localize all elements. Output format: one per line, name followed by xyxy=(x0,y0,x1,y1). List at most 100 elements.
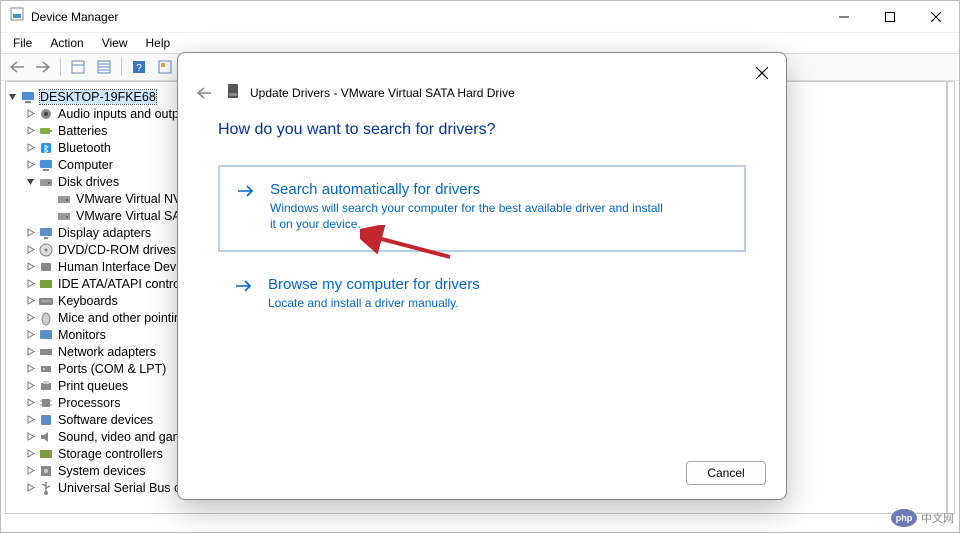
chevron-right-icon[interactable] xyxy=(24,278,36,290)
watermark-text: 中文网 xyxy=(921,510,954,526)
sound-icon xyxy=(38,429,54,445)
chevron-right-icon[interactable] xyxy=(24,295,36,307)
chevron-right-icon[interactable] xyxy=(24,125,36,137)
toolbar-separator xyxy=(121,58,122,76)
chevron-right-icon[interactable] xyxy=(24,227,36,239)
dialog-title: Update Drivers - VMware Virtual SATA Har… xyxy=(250,86,515,100)
tree-item-label: Batteries xyxy=(58,124,107,138)
chevron-right-icon[interactable] xyxy=(24,397,36,409)
printer-icon xyxy=(38,378,54,394)
window-controls xyxy=(821,2,959,32)
chevron-right-icon[interactable] xyxy=(24,414,36,426)
right-pane xyxy=(947,81,955,514)
option-title: Search automatically for drivers xyxy=(270,181,670,198)
chevron-down-icon[interactable] xyxy=(24,176,36,188)
chevron-right-icon[interactable] xyxy=(24,312,36,324)
dvd-icon xyxy=(38,242,54,258)
tree-item-label: DESKTOP-19FKE68 xyxy=(40,90,156,104)
toolbar-icon[interactable] xyxy=(92,56,116,78)
dialog-header: Update Drivers - VMware Virtual SATA Har… xyxy=(178,53,786,101)
computer-icon xyxy=(20,89,36,105)
usb-icon xyxy=(38,480,54,496)
php-logo-icon: php xyxy=(891,509,917,527)
disk-icon xyxy=(226,83,240,104)
chevron-right-icon[interactable] xyxy=(24,363,36,375)
network-icon xyxy=(38,344,54,360)
tree-item-label: Storage controllers xyxy=(58,447,163,461)
arrow-right-icon xyxy=(234,276,256,311)
software-icon xyxy=(38,412,54,428)
dialog-close-button[interactable] xyxy=(752,63,772,83)
bluetooth-icon xyxy=(38,140,54,156)
chevron-right-icon[interactable] xyxy=(24,159,36,171)
menubar: File Action View Help xyxy=(1,33,959,53)
tree-item-label: Network adapters xyxy=(58,345,156,359)
disk-icon xyxy=(56,191,72,207)
port-icon xyxy=(38,361,54,377)
computer-icon xyxy=(38,157,54,173)
window-title: Device Manager xyxy=(25,10,821,24)
system-icon xyxy=(38,463,54,479)
minimize-button[interactable] xyxy=(821,2,867,32)
cpu-icon xyxy=(38,395,54,411)
chevron-right-icon[interactable] xyxy=(24,482,36,494)
option-browse-computer[interactable]: Browse my computer for drivers Locate an… xyxy=(218,276,746,311)
dialog-footer: Cancel xyxy=(686,461,766,485)
chevron-right-icon[interactable] xyxy=(24,244,36,256)
dialog-back-button[interactable] xyxy=(192,87,216,99)
svg-text:?: ? xyxy=(136,63,142,74)
tree-item-label: Ports (COM & LPT) xyxy=(58,362,166,376)
chevron-right-icon[interactable] xyxy=(24,465,36,477)
keyboard-icon xyxy=(38,293,54,309)
option-search-automatically[interactable]: Search automatically for drivers Windows… xyxy=(218,165,746,252)
tree-item-label: DVD/CD-ROM drives xyxy=(58,243,176,257)
chevron-right-icon[interactable] xyxy=(24,108,36,120)
tree-item-label: Print queues xyxy=(58,379,128,393)
menu-action[interactable]: Action xyxy=(42,34,91,52)
battery-icon xyxy=(38,123,54,139)
chevron-right-icon[interactable] xyxy=(24,380,36,392)
monitor-icon xyxy=(38,327,54,343)
toolbar-icon[interactable] xyxy=(153,56,177,78)
option-description: Windows will search your computer for th… xyxy=(270,200,670,232)
disk-icon xyxy=(56,208,72,224)
chevron-right-icon[interactable] xyxy=(24,261,36,273)
help-icon[interactable]: ? xyxy=(127,56,151,78)
cancel-button[interactable]: Cancel xyxy=(686,461,766,485)
chevron-right-icon[interactable] xyxy=(24,346,36,358)
forward-button[interactable] xyxy=(31,56,55,78)
arrow-right-icon xyxy=(236,181,258,232)
tree-item-label: Keyboards xyxy=(58,294,118,308)
chevron-down-icon[interactable] xyxy=(6,91,18,103)
menu-help[interactable]: Help xyxy=(138,34,179,52)
option-description: Locate and install a driver manually. xyxy=(268,295,480,311)
menu-file[interactable]: File xyxy=(5,34,40,52)
tree-item-label: System devices xyxy=(58,464,146,478)
chevron-right-icon[interactable] xyxy=(24,448,36,460)
hid-icon xyxy=(38,259,54,275)
audio-icon xyxy=(38,106,54,122)
titlebar: Device Manager xyxy=(1,1,959,33)
ide-icon xyxy=(38,276,54,292)
option-title: Browse my computer for drivers xyxy=(268,276,480,293)
back-button[interactable] xyxy=(5,56,29,78)
storage-icon xyxy=(38,446,54,462)
chevron-right-icon[interactable] xyxy=(24,431,36,443)
watermark: php 中文网 xyxy=(891,509,954,527)
display-icon xyxy=(38,225,54,241)
dialog-body: How do you want to search for drivers? S… xyxy=(178,101,786,312)
tree-item-label: Software devices xyxy=(58,413,153,427)
tree-item-label: Audio inputs and outputs xyxy=(58,107,196,121)
maximize-button[interactable] xyxy=(867,2,913,32)
dialog-question: How do you want to search for drivers? xyxy=(218,121,746,139)
close-button[interactable] xyxy=(913,2,959,32)
toolbar-icon[interactable] xyxy=(66,56,90,78)
app-icon xyxy=(9,6,25,27)
chevron-right-icon[interactable] xyxy=(24,329,36,341)
menu-view[interactable]: View xyxy=(94,34,136,52)
toolbar-separator xyxy=(60,58,61,76)
chevron-right-icon[interactable] xyxy=(24,142,36,154)
tree-item-label: Display adapters xyxy=(58,226,151,240)
mouse-icon xyxy=(38,310,54,326)
update-drivers-dialog: Update Drivers - VMware Virtual SATA Har… xyxy=(177,52,787,500)
